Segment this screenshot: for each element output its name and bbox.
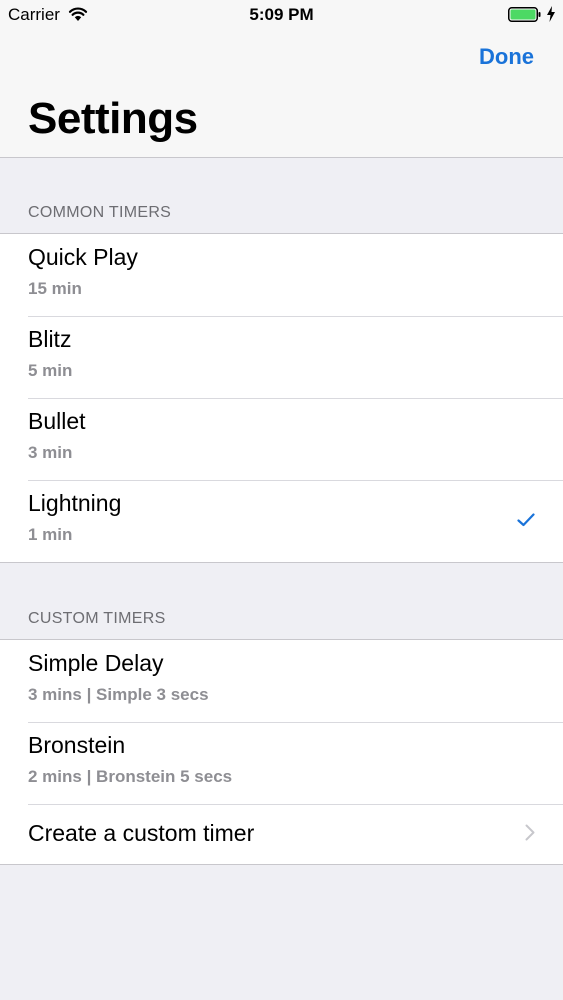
timer-duration: 3 min: [28, 443, 73, 462]
timer-duration: 1 min: [28, 525, 73, 544]
timer-duration: 5 min: [28, 361, 73, 380]
checkmark-icon: [517, 513, 535, 527]
done-button[interactable]: Done: [479, 44, 534, 70]
timer-title: Simple Delay: [28, 650, 164, 676]
page-title: Settings: [28, 94, 198, 143]
timer-row-blitz[interactable]: Blitz 5 min: [0, 316, 563, 398]
battery-icon: [508, 7, 541, 22]
navigation-bar: Done Settings: [0, 30, 563, 158]
timer-row-bullet[interactable]: Bullet 3 min: [0, 398, 563, 480]
status-bar: Carrier 5:09 PM: [0, 0, 563, 30]
timer-row-bronstein[interactable]: Bronstein 2 mins | Bronstein 5 secs: [0, 722, 563, 804]
timer-row-simple-delay[interactable]: Simple Delay 3 mins | Simple 3 secs: [0, 640, 563, 722]
charging-bolt-icon: [547, 6, 555, 22]
timer-title: Quick Play: [28, 244, 138, 270]
section-header-custom-timers: CUSTOM TIMERS: [0, 563, 563, 640]
timer-title: Bronstein: [28, 732, 126, 758]
chevron-right-icon: [525, 824, 535, 841]
custom-timers-group: Simple Delay 3 mins | Simple 3 secs Bron…: [0, 640, 563, 865]
section-header-label: COMMON TIMERS: [28, 204, 172, 221]
settings-table: COMMON TIMERS Quick Play 15 min Blitz 5 …: [0, 158, 563, 865]
timer-title: Lightning: [28, 490, 122, 516]
timer-title: Blitz: [28, 326, 72, 352]
create-custom-timer-label: Create a custom timer: [28, 820, 255, 846]
timer-details: 2 mins | Bronstein 5 secs: [28, 767, 233, 786]
section-header-label: CUSTOM TIMERS: [28, 610, 166, 627]
timer-row-quick-play[interactable]: Quick Play 15 min: [0, 234, 563, 316]
create-custom-timer-row[interactable]: Create a custom timer: [0, 804, 563, 864]
timer-duration: 15 min: [28, 279, 82, 298]
common-timers-group: Quick Play 15 min Blitz 5 min Bullet 3 m…: [0, 234, 563, 563]
timer-details: 3 mins | Simple 3 secs: [28, 685, 209, 704]
clock: 5:09 PM: [249, 5, 314, 24]
timer-row-lightning[interactable]: Lightning 1 min: [0, 480, 563, 562]
timer-title: Bullet: [28, 408, 86, 434]
section-header-common-timers: COMMON TIMERS: [0, 158, 563, 234]
